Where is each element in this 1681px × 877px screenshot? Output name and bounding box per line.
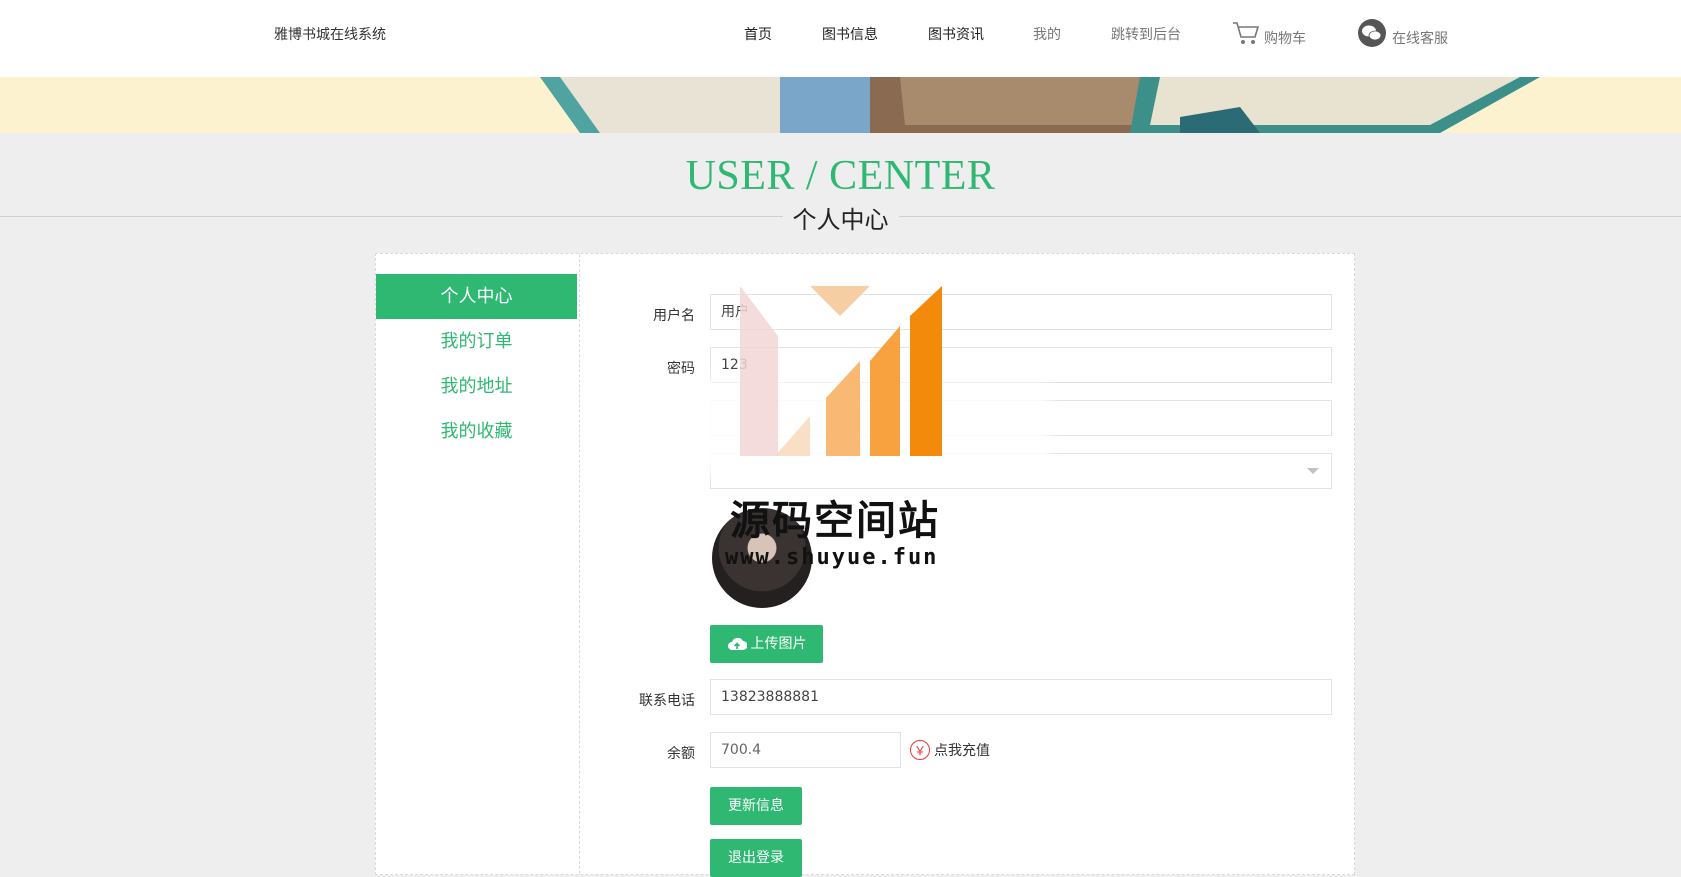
recharge-link[interactable]: ￥ 点我充值 [910, 740, 990, 760]
wechat-icon [1358, 19, 1386, 47]
nav-book-news[interactable]: 图书资讯 [928, 24, 984, 44]
balance-label: 余额 [667, 746, 695, 762]
yen-icon: ￥ [910, 740, 930, 760]
watermark-name: 源码空间站 [730, 498, 940, 544]
nav-cart[interactable]: 购物车 [1232, 18, 1306, 48]
cart-icon [1233, 22, 1260, 44]
cart-label: 购物车 [1264, 31, 1306, 47]
customer-service-label: 在线客服 [1392, 31, 1448, 47]
nav-book-info[interactable]: 图书信息 [822, 24, 878, 44]
page-title-en: USER / CENTER [685, 153, 996, 199]
watermark-url: www.shuyue.fun [725, 545, 939, 570]
sidebar-item-profile[interactable]: 个人中心 [376, 274, 577, 319]
nav-mine[interactable]: 我的 [1033, 24, 1061, 44]
username-label: 用户名 [653, 308, 695, 324]
phone-label: 联系电话 [639, 693, 695, 709]
nav-admin[interactable]: 跳转到后台 [1111, 24, 1181, 44]
nav-customer-service[interactable]: 在线客服 [1358, 18, 1448, 48]
balance-input[interactable]: 700.4 [710, 732, 901, 768]
upload-image-button[interactable]: 上传图片 [710, 625, 823, 663]
logout-button[interactable]: 退出登录 [710, 839, 802, 877]
upload-label: 上传图片 [750, 636, 807, 652]
book-illustration [540, 77, 1540, 133]
password-label: 密码 [667, 361, 695, 377]
cloud-upload-icon [727, 637, 747, 650]
sidebar-item-address[interactable]: 我的地址 [376, 364, 577, 409]
sidebar-item-favorites[interactable]: 我的收藏 [376, 409, 577, 454]
recharge-label: 点我充值 [934, 743, 990, 759]
phone-input[interactable]: 13823888881 [710, 679, 1332, 715]
main-nav: 首页 图书信息 图书资讯 我的 跳转到后台 购物车 在线客服 [0, 19, 1681, 54]
page-title-cn: 个人中心 [782, 200, 899, 235]
banner [0, 77, 1681, 133]
sidebar: 个人中心 我的订单 我的地址 我的收藏 [376, 254, 580, 874]
sidebar-item-orders[interactable]: 我的订单 [376, 319, 577, 364]
update-info-button[interactable]: 更新信息 [710, 787, 802, 825]
nav-home[interactable]: 首页 [744, 24, 772, 44]
top-navbar: 雅博书城在线系统 首页 图书信息 图书资讯 我的 跳转到后台 购物车 在线客服 [0, 0, 1681, 77]
chevron-down-icon [1307, 468, 1319, 474]
